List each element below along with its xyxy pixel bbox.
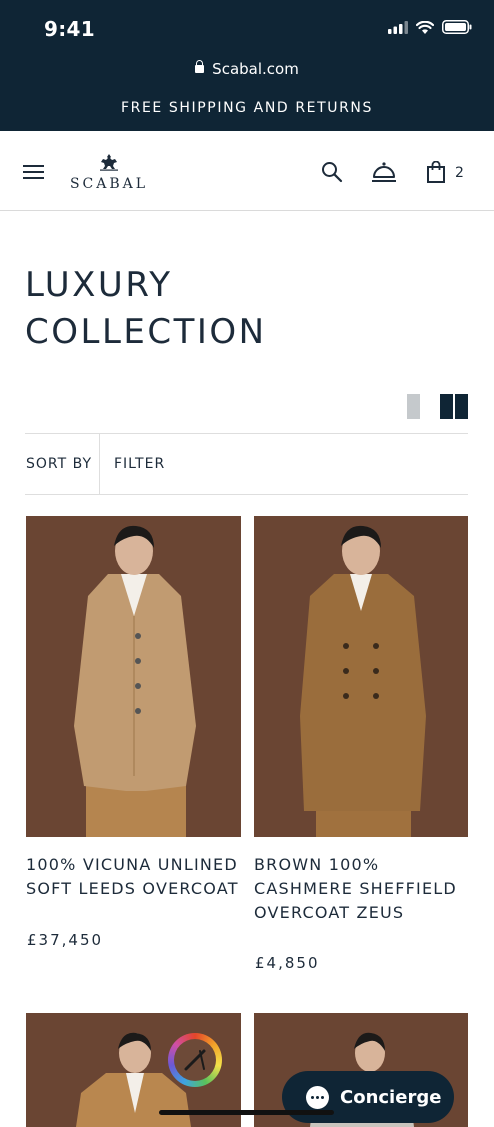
promo-banner: FREE SHIPPING AND RETURNS <box>121 100 373 116</box>
product-card[interactable]: BROWN 100% CASHMERE SHEFFIELD OVERCOAT Z… <box>254 516 469 978</box>
sort-filter-divider <box>99 434 100 495</box>
top-band: 9:41 Scabal.com FREE SHIPPING AND RETURN… <box>0 0 494 131</box>
concierge-chat-button[interactable]: Concierge <box>282 1071 454 1123</box>
search-icon[interactable] <box>321 161 343 183</box>
filter-button[interactable]: FILTER <box>114 456 165 472</box>
page-title: LUXURY COLLECTION <box>25 262 465 356</box>
chat-bubble-icon <box>306 1085 329 1109</box>
shopping-bag-icon[interactable] <box>427 161 445 183</box>
product-name[interactable]: 100% VICUNA UNLINED SOFT LEEDS OVERCOAT <box>26 853 241 901</box>
home-indicator[interactable] <box>159 1110 334 1115</box>
product-name[interactable]: BROWN 100% CASHMERE SHEFFIELD OVERCOAT Z… <box>254 853 469 925</box>
product-price: £37,450 <box>27 931 104 949</box>
lock-icon <box>195 60 205 73</box>
concierge-bell-icon[interactable] <box>371 161 397 183</box>
product-card[interactable]: 100% VICUNA UNLINED SOFT LEEDS OVERCOAT … <box>26 516 241 956</box>
product-photo-illustration <box>26 516 241 837</box>
address-bar[interactable]: Scabal.com <box>0 60 494 78</box>
status-time: 9:41 <box>44 17 95 41</box>
logo-text: SCABAL <box>69 176 149 192</box>
signal-icon <box>388 20 408 34</box>
single-column-view-toggle[interactable] <box>407 394 420 419</box>
product-photo-illustration <box>254 516 468 837</box>
product-price: £4,850 <box>255 954 320 972</box>
status-icons <box>388 20 472 34</box>
page-title-line1: LUXURY <box>25 265 173 305</box>
menu-icon[interactable] <box>23 165 44 179</box>
product-image[interactable] <box>254 516 468 837</box>
sort-by-button[interactable]: SORT BY <box>26 456 92 472</box>
wifi-icon <box>416 20 434 34</box>
logo-crest-icon <box>100 154 118 171</box>
cart-count-badge[interactable]: 2 <box>455 165 464 181</box>
two-column-view-toggle[interactable] <box>440 394 468 419</box>
site-header: SCABAL 2 <box>0 131 494 211</box>
page-title-line2: COLLECTION <box>25 312 267 352</box>
sort-filter-bar: SORT BY FILTER <box>25 433 468 495</box>
scabal-logo[interactable]: SCABAL <box>64 153 154 192</box>
color-picker-icon[interactable] <box>168 1033 222 1087</box>
concierge-label: Concierge <box>340 1086 442 1108</box>
url-text: Scabal.com <box>212 60 299 78</box>
battery-icon <box>442 20 472 34</box>
product-image[interactable] <box>26 516 241 837</box>
